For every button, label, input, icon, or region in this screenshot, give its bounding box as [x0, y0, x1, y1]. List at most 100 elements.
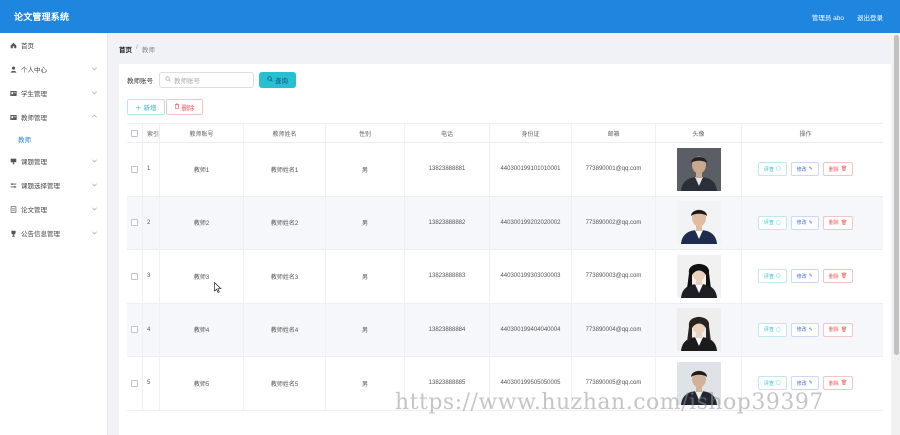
sliders-icon	[9, 181, 17, 189]
cell-account: 教师2	[160, 196, 244, 249]
review-button[interactable]: 评查 ▢	[757, 269, 787, 284]
delete-button[interactable]: 删除 🗑︎	[822, 322, 854, 337]
chevron-down-icon	[91, 181, 99, 189]
trash-icon	[174, 103, 180, 111]
action-bar: ＋ 新增 删除	[127, 99, 203, 115]
cell-account: 教师4	[160, 303, 244, 356]
review-button[interactable]: 评查 ▢	[757, 215, 787, 230]
search-input[interactable]: 教师账号	[159, 72, 254, 88]
select-all-cell	[127, 124, 143, 142]
sidebar-item-students[interactable]: 学生管理	[0, 81, 107, 105]
delete-button-label: 删除	[828, 220, 839, 227]
row-checkbox[interactable]	[131, 326, 138, 334]
review-button[interactable]: 评查 ▢	[757, 376, 787, 391]
cell-email: 773890003@qq.com	[572, 250, 656, 303]
content-card: 教师账号 教师账号 查询 ＋ 新增 删除 索引 教师账号 教师姓名 性别 电话 …	[119, 64, 891, 435]
batch-delete-button[interactable]: 删除	[165, 99, 203, 115]
row-checkbox[interactable]	[131, 272, 138, 280]
sidebar-item-announcements[interactable]: 公告信息管理	[0, 221, 107, 245]
review-button[interactable]: 评查 ▢	[757, 322, 787, 337]
cell-id-card: 440300199202020002	[490, 196, 572, 249]
column-header: 操作	[799, 131, 812, 138]
cell-sex: 男	[326, 196, 405, 249]
user-label[interactable]: 管理员 abo	[812, 12, 844, 22]
delete-button-label: 删除	[828, 166, 839, 173]
trash-icon: 🗑︎	[840, 219, 848, 226]
sidebar-item-profile[interactable]: 个人中心	[0, 57, 107, 81]
edit-button[interactable]: 修改 ✎	[790, 162, 819, 177]
sidebar-item-label: 学生管理	[21, 91, 47, 98]
document-icon: ▢	[775, 273, 781, 280]
review-button[interactable]: 评查 ▢	[757, 162, 787, 177]
document-icon: ▢	[775, 166, 781, 173]
home-icon	[9, 41, 17, 49]
delete-button[interactable]: 删除 🗑︎	[822, 162, 854, 177]
cell-name: 教师姓名4	[244, 303, 326, 356]
trash-icon: 🗑︎	[840, 273, 848, 280]
row-checkbox[interactable]	[131, 165, 138, 173]
teacher-table: 索引 教师账号 教师姓名 性别 电话 身份证 邮箱 头像 操作 1 教师1 教师…	[127, 123, 883, 411]
sidebar-item-label: 教师管理	[21, 115, 47, 122]
chevron-up-icon	[91, 113, 99, 121]
chevron-down-icon	[91, 89, 99, 97]
document-icon: ▢	[775, 219, 781, 226]
sidebar-item-teachers[interactable]: 教师管理	[0, 105, 107, 129]
delete-button[interactable]: 删除 🗑︎	[822, 269, 854, 284]
document-icon: ▢	[775, 380, 781, 387]
cell-avatar	[656, 196, 742, 249]
cell-name: 教师姓名2	[244, 196, 326, 249]
row-checkbox[interactable]	[131, 219, 138, 227]
trash-icon: 🗑︎	[840, 380, 848, 387]
edit-button-label: 修改	[796, 380, 807, 387]
add-button[interactable]: ＋ 新增	[127, 99, 165, 115]
watermark: https://www.huzhan.com/ishop39397	[395, 390, 824, 415]
search-bar: 教师账号 教师账号 查询	[127, 72, 296, 88]
review-button-label: 评查	[763, 327, 774, 334]
cell-phone: 13823888881	[405, 143, 490, 196]
add-button-label: 新增	[143, 105, 157, 112]
sidebar: 首页 个人中心 学生管理 教师管理 教师 课题管理 课题选择管理 论文管理 公告…	[0, 33, 108, 435]
delete-button[interactable]: 删除 🗑︎	[822, 376, 854, 391]
breadcrumb: 首页 / 教师	[119, 44, 155, 54]
document-icon: ▢	[775, 326, 781, 333]
avatar	[676, 254, 721, 298]
cell-phone: 13823888883	[405, 250, 490, 303]
edit-button[interactable]: 修改 ✎	[790, 215, 819, 230]
sidebar-item-label: 公告信息管理	[21, 231, 60, 238]
page-scrollbar[interactable]	[893, 33, 900, 435]
sidebar-item-label: 个人中心	[21, 67, 47, 74]
delete-button-label: 删除	[828, 273, 839, 280]
column-header: 邮箱	[572, 124, 656, 142]
cell-avatar	[656, 250, 742, 303]
breadcrumb-home[interactable]: 首页	[119, 44, 132, 54]
edit-button[interactable]: 修改 ✎	[790, 269, 819, 284]
row-select-cell	[127, 196, 143, 249]
cell-index: 2	[143, 196, 160, 249]
sidebar-subitem-teacher[interactable]: 教师	[0, 129, 107, 149]
cell-index: 4	[143, 303, 160, 356]
sidebar-item-papers[interactable]: 论文管理	[0, 197, 107, 221]
cell-name: 教师姓名3	[244, 250, 326, 303]
table-row: 1 教师1 教师姓名1 男 13823888881 44030019910101…	[127, 143, 883, 197]
sidebar-item-label: 课题管理	[21, 159, 47, 166]
sidebar-item-topics[interactable]: 课题管理	[0, 149, 107, 173]
edit-button-label: 修改	[796, 220, 807, 227]
delete-button[interactable]: 删除 🗑︎	[822, 215, 854, 230]
sidebar-item-topic-selection[interactable]: 课题选择管理	[0, 173, 107, 197]
cell-name: 教师姓名1	[244, 143, 326, 196]
column-header: 头像	[656, 124, 742, 142]
sidebar-item-home[interactable]: 首页	[0, 33, 107, 57]
scrollbar-thumb[interactable]	[894, 35, 899, 355]
row-checkbox[interactable]	[131, 379, 138, 387]
search-button[interactable]: 查询	[259, 72, 296, 88]
id-card-icon	[9, 113, 17, 121]
edit-button[interactable]: 修改 ✎	[790, 376, 819, 391]
edit-button[interactable]: 修改 ✎	[790, 322, 819, 337]
cell-email: 773890002@qq.com	[572, 196, 656, 249]
column-header: 教师姓名	[244, 124, 326, 142]
flag-icon	[9, 157, 17, 165]
logout-button[interactable]: 退出登录	[857, 12, 883, 22]
breadcrumb-separator: /	[136, 44, 138, 51]
review-button-label: 评查	[763, 166, 774, 173]
select-all-checkbox[interactable]	[131, 129, 138, 137]
